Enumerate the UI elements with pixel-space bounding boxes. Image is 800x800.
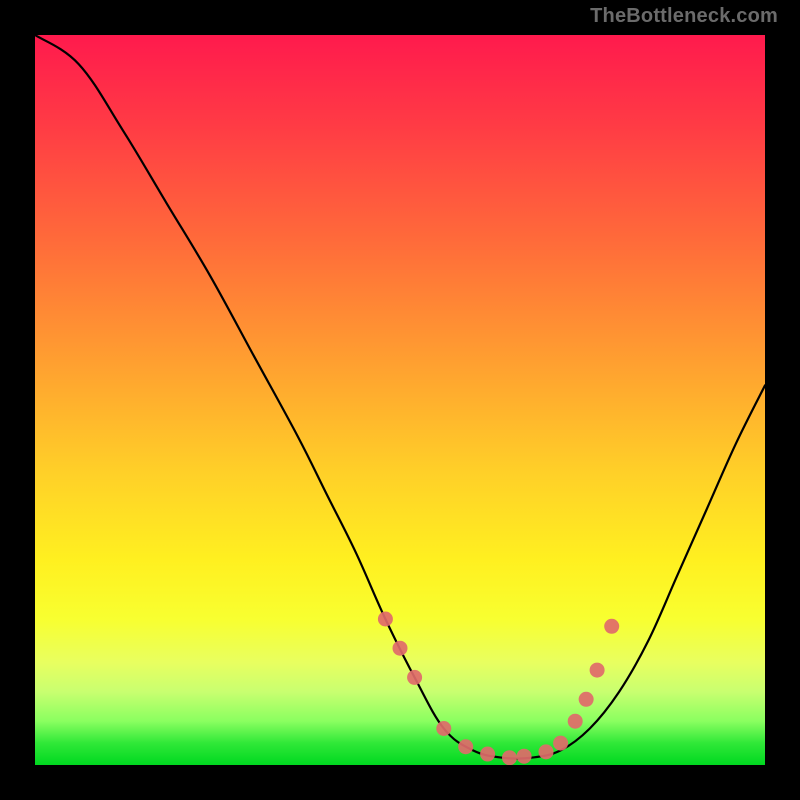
- chart-svg: [35, 35, 765, 765]
- marker-point: [407, 670, 422, 685]
- marker-point: [539, 744, 554, 759]
- marker-point: [579, 692, 594, 707]
- marker-point: [568, 714, 583, 729]
- marker-point: [502, 750, 517, 765]
- marker-point: [436, 721, 451, 736]
- watermark-text: TheBottleneck.com: [590, 6, 778, 26]
- marker-point: [553, 736, 568, 751]
- marker-point: [590, 663, 605, 678]
- marker-point: [517, 749, 532, 764]
- marker-point: [458, 739, 473, 754]
- plot-area: [35, 35, 765, 765]
- marker-point: [480, 747, 495, 762]
- marker-point: [378, 612, 393, 627]
- marker-point: [604, 619, 619, 634]
- marker-point: [393, 641, 408, 656]
- chart-stage: TheBottleneck.com: [0, 0, 800, 800]
